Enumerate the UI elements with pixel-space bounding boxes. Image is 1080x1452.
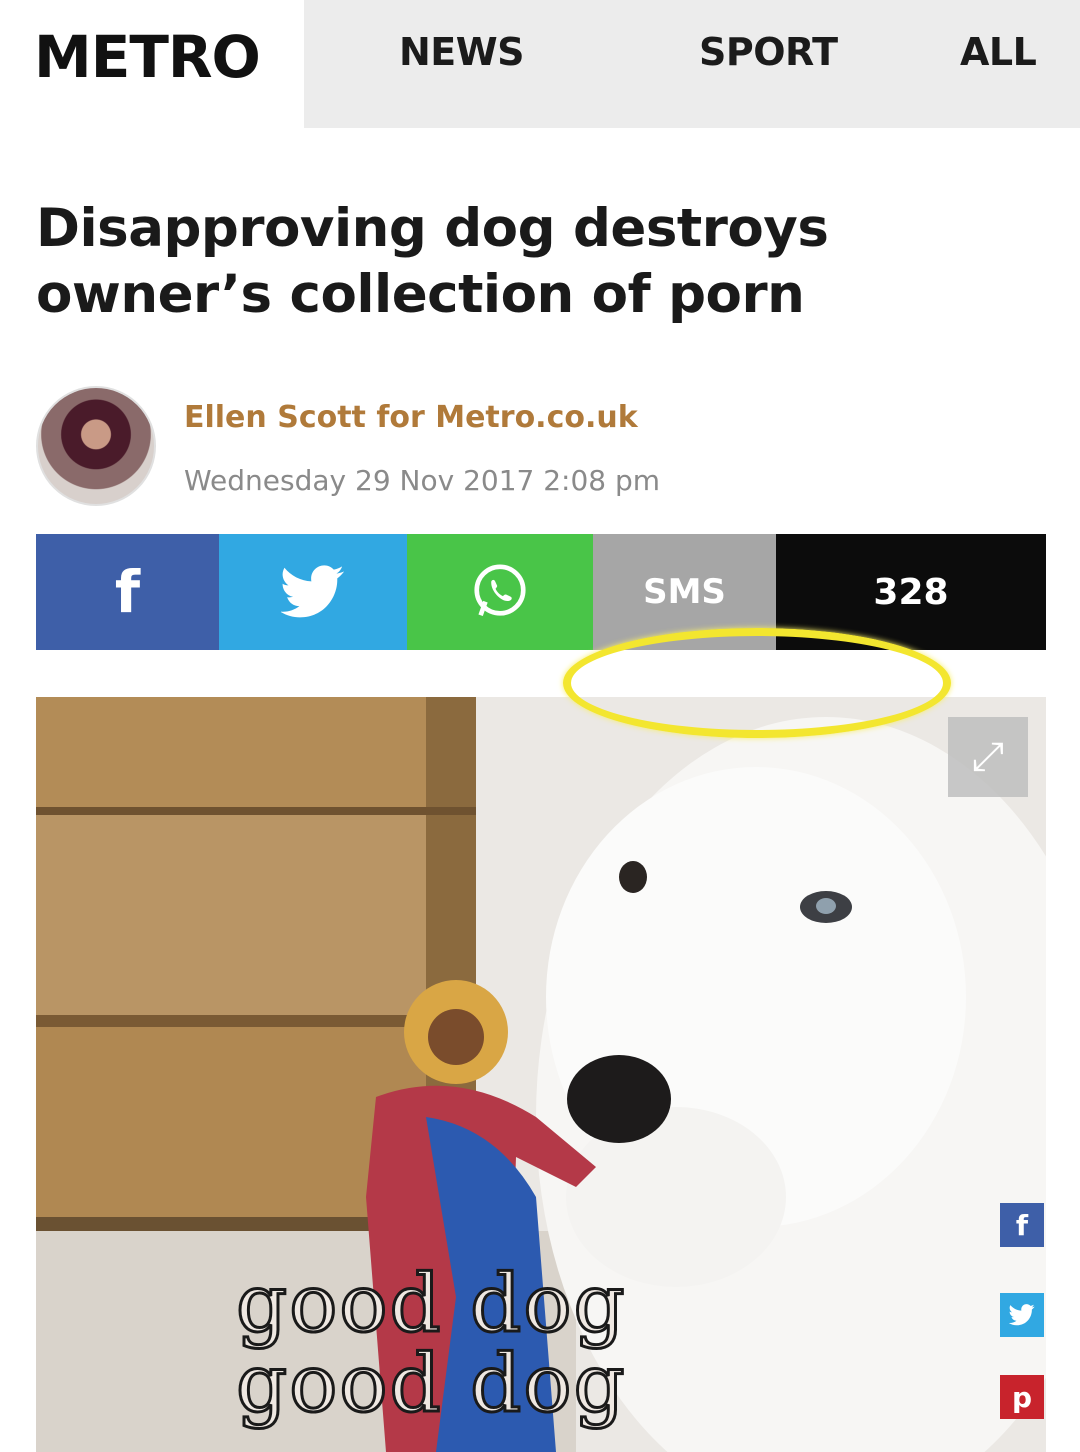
facebook-icon: f xyxy=(114,558,141,626)
whatsapp-icon xyxy=(474,564,526,617)
headline-line-2: owner’s collection of porn xyxy=(36,264,805,325)
expand-icon: ⤢ xyxy=(972,734,1004,779)
halo-overlay xyxy=(563,628,951,738)
share-facebook-button[interactable]: f xyxy=(36,534,219,650)
nav-news[interactable]: NEWS xyxy=(399,30,525,74)
article-headline: Disapproving dog destroys owner’s collec… xyxy=(36,196,1046,328)
publish-date: Wednesday 29 Nov 2017 2:08 pm xyxy=(184,464,661,497)
twitter-bird-icon xyxy=(1009,1304,1035,1326)
meme-caption-line-2: good dog xyxy=(235,1336,627,1432)
nav-all[interactable]: ALL xyxy=(960,30,1037,74)
share-whatsapp-button[interactable] xyxy=(407,534,593,650)
author-name[interactable]: Ellen Scott for Metro.co.uk xyxy=(184,400,638,435)
nav-bar: NEWS SPORT ALL xyxy=(304,0,1080,128)
article-photo[interactable]: ⤢ good dog good dog f p xyxy=(36,697,1046,1452)
author-avatar[interactable] xyxy=(36,386,156,506)
pinterest-icon: p xyxy=(1011,1380,1033,1414)
photo-share-twitter-button[interactable] xyxy=(1000,1293,1044,1337)
share-bar: f SMS 328 xyxy=(36,534,1046,650)
share-twitter-button[interactable] xyxy=(219,534,407,650)
twitter-bird-icon xyxy=(281,565,344,618)
headline-line-1: Disapproving dog destroys xyxy=(36,198,829,259)
metro-logo[interactable]: METRO xyxy=(20,12,304,130)
photo-share-facebook-button[interactable]: f xyxy=(1000,1203,1044,1247)
site-header: METRO NEWS SPORT ALL xyxy=(0,0,1080,130)
photo-share-pinterest-button[interactable]: p xyxy=(1000,1375,1044,1419)
facebook-icon: f xyxy=(1015,1208,1029,1242)
nav-sport[interactable]: SPORT xyxy=(699,30,838,74)
expand-image-button[interactable]: ⤢ xyxy=(948,717,1028,797)
